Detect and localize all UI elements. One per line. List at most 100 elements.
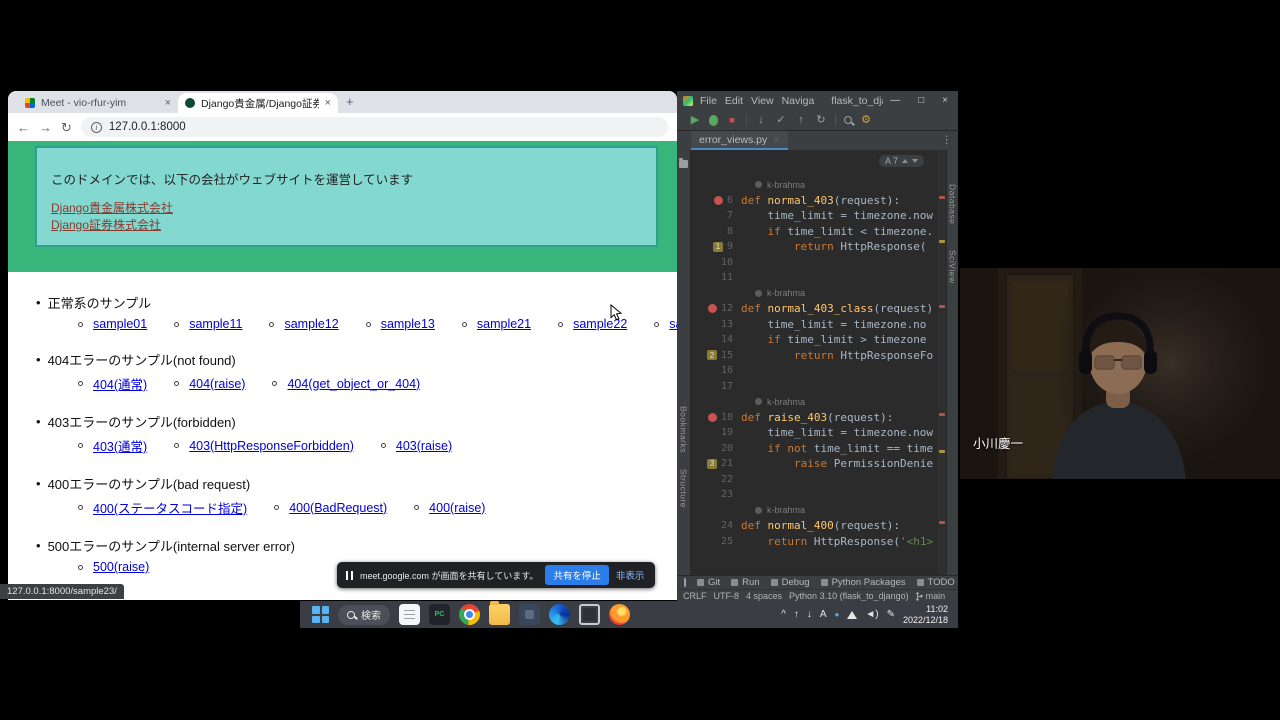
company-link[interactable]: Django貴金属株式会社 [51, 200, 173, 217]
stop-icon[interactable]: ■ [726, 116, 738, 125]
inspections-widget[interactable]: A 7 [879, 155, 924, 167]
breakpoint-icon[interactable] [708, 304, 717, 313]
footer-link[interactable]: お問い合わせ [373, 597, 448, 600]
more-options-icon[interactable]: ⋮ [942, 134, 953, 146]
history-icon[interactable]: ↻ [815, 115, 827, 126]
editor-gutter[interactable]: 20 [691, 443, 741, 454]
tool-window-button-run[interactable]: Run [731, 577, 759, 588]
volume-icon[interactable]: ◄) [865, 610, 878, 620]
stop-sharing-button[interactable]: 共有を停止 [545, 565, 609, 585]
sample-link[interactable]: 400(ステータスコード指定) [93, 498, 247, 517]
sample-link[interactable]: sample01 [93, 317, 147, 331]
tool-stripe-bookmarks[interactable]: Bookmarks [679, 406, 689, 453]
error-stripe-mark[interactable] [939, 413, 945, 416]
status-item[interactable]: 4 spaces [746, 591, 782, 601]
sample-link[interactable]: 404(get_object_or_404) [287, 377, 420, 391]
forward-button[interactable]: → [39, 121, 52, 134]
taskbar-search[interactable]: 検索 [338, 605, 390, 625]
sample-link[interactable]: 403(raise) [396, 439, 452, 453]
taskbar-clock[interactable]: 11:02 2022/12/18 [903, 604, 948, 625]
browser-tab-django[interactable]: Django貴金属/Django証券の合併 × [178, 93, 338, 113]
editor-gutter[interactable]: 23 [691, 489, 741, 500]
hidden-icons-chevron-icon[interactable]: ^ [781, 610, 786, 620]
editor-gutter[interactable]: 14 [691, 334, 741, 345]
firefox-app-icon[interactable] [609, 604, 630, 625]
editor-scrollbar[interactable] [938, 150, 946, 575]
editor-gutter[interactable]: 13 [691, 319, 741, 330]
site-info-icon[interactable]: i [91, 122, 102, 133]
notepad-app-icon[interactable] [399, 604, 420, 625]
status-item[interactable]: UTF-8 [714, 591, 740, 601]
edge-app-icon[interactable] [549, 604, 570, 625]
debug-bug-icon[interactable] [709, 115, 718, 126]
breakpoint-icon[interactable] [708, 413, 717, 422]
company-link[interactable]: Django証券株式会社 [51, 217, 161, 234]
maximize-button[interactable]: □ [918, 95, 924, 106]
chrome-app-icon[interactable] [459, 604, 480, 625]
close-tab-icon[interactable]: × [165, 97, 171, 109]
sample-link[interactable]: sample23 [669, 317, 677, 331]
warning-stripe-mark[interactable] [939, 240, 945, 243]
start-button-icon[interactable] [312, 606, 329, 623]
sample-link[interactable]: 404(raise) [189, 377, 245, 391]
search-everywhere-icon[interactable] [844, 116, 852, 124]
status-item[interactable]: CRLF [683, 591, 707, 601]
folder-app-icon[interactable] [489, 604, 510, 625]
settings-gear-icon[interactable]: ⚙ [860, 115, 872, 126]
prev-problem-icon[interactable] [902, 159, 908, 163]
tool-stripe-structure[interactable]: Structure [679, 469, 689, 508]
bookmark-icon[interactable]: 1 [713, 242, 723, 252]
footer-link[interactable]: 運営者紹介 [272, 597, 335, 600]
minimize-button[interactable]: — [890, 95, 900, 106]
sample-link[interactable]: 400(BadRequest) [289, 501, 387, 515]
tool-window-button-python-packages[interactable]: Python Packages [821, 577, 906, 588]
menu-naviga[interactable]: Naviga [782, 95, 815, 107]
sample-link[interactable]: sample21 [477, 317, 531, 331]
menu-edit[interactable]: Edit [725, 95, 743, 107]
tool-stripe-database[interactable]: Database [948, 184, 958, 224]
address-bar[interactable]: i 127.0.0.1:8000 [81, 117, 668, 137]
pen-icon[interactable]: ✎ [887, 610, 895, 620]
editor-gutter[interactable]: 7 [691, 210, 741, 221]
reload-button[interactable]: ↻ [61, 121, 72, 134]
editor-gutter[interactable]: 12 [691, 303, 741, 314]
tool-window-button-git[interactable]: Git [697, 577, 720, 588]
bookmark-icon[interactable]: 2 [707, 350, 717, 360]
upload-arrow-icon[interactable]: ↑ [794, 610, 799, 620]
menu-view[interactable]: View [751, 95, 774, 107]
sample-link[interactable]: 403(HttpResponseForbidden) [189, 439, 354, 453]
app-dark-app-icon[interactable] [519, 604, 540, 625]
editor-gutter[interactable]: 25 [691, 536, 741, 547]
close-tab-icon[interactable]: × [325, 97, 331, 109]
breakpoint-icon[interactable] [714, 196, 723, 205]
sample-link[interactable]: sample13 [381, 317, 435, 331]
status-item[interactable]: main [916, 591, 946, 601]
download-arrow-icon[interactable]: ↓ [807, 610, 812, 620]
git-commit-icon[interactable]: ✓ [775, 115, 787, 126]
editor-gutter[interactable]: 16 [691, 365, 741, 376]
bluetooth-icon[interactable]: ● [834, 611, 839, 619]
pause-icon[interactable] [346, 571, 353, 580]
pycharm-app-icon[interactable] [429, 604, 450, 625]
sample-link[interactable]: 404(通常) [93, 374, 147, 393]
ime-mode-icon[interactable]: A [820, 610, 827, 620]
editor-gutter[interactable]: 10 [691, 257, 741, 268]
close-button[interactable]: × [942, 95, 948, 106]
editor-gutter[interactable]: 11 [691, 272, 741, 283]
wifi-icon[interactable] [847, 611, 857, 619]
editor-gutter[interactable]: 215 [691, 350, 741, 361]
project-tool-icon[interactable] [679, 160, 688, 168]
footer-link[interactable]: リファレンス [160, 597, 235, 600]
editor-gutter[interactable]: 6 [691, 195, 741, 206]
code-area[interactable]: k-brahma6def normal_403(request):7 time_… [691, 150, 938, 549]
tool-window-button-todo[interactable]: TODO [917, 577, 955, 588]
editor-gutter[interactable]: 8 [691, 226, 741, 237]
warning-stripe-mark[interactable] [939, 450, 945, 453]
editor-gutter[interactable]: 18 [691, 412, 741, 423]
sample-link[interactable]: 400(raise) [429, 501, 485, 515]
status-item[interactable]: Python 3.10 (flask_to_django) [789, 591, 909, 601]
run-icon[interactable]: ▶ [689, 115, 701, 126]
error-stripe-mark[interactable] [939, 521, 945, 524]
error-stripe-mark[interactable] [939, 305, 945, 308]
editor-gutter[interactable]: 19 [691, 241, 741, 252]
